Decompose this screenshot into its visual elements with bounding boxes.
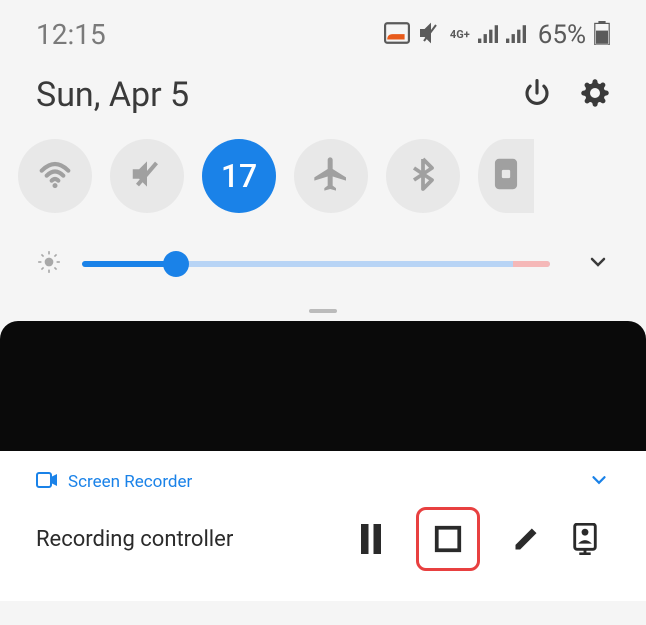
selfie-overlay-button[interactable] bbox=[572, 523, 598, 555]
slider-fill bbox=[82, 261, 176, 267]
signal-bars-1-icon bbox=[478, 23, 498, 47]
quick-settings-row: 17 bbox=[0, 133, 646, 219]
pause-button[interactable] bbox=[358, 524, 384, 554]
status-indicators: 4G+ 65% bbox=[384, 20, 610, 50]
notification-header: Screen Recorder bbox=[36, 469, 610, 495]
notification-body: Recording controller bbox=[36, 507, 610, 571]
wifi-toggle[interactable] bbox=[18, 139, 92, 213]
bluetooth-toggle[interactable] bbox=[386, 139, 460, 213]
wifi-icon bbox=[35, 154, 75, 198]
notification-title: Recording controller bbox=[36, 527, 233, 552]
status-time: 12:15 bbox=[36, 18, 106, 51]
notification-collapse-button[interactable] bbox=[588, 469, 610, 495]
date-toggle[interactable]: 17 bbox=[202, 139, 276, 213]
brightness-expand-button[interactable] bbox=[586, 250, 610, 278]
battery-percent: 65% bbox=[538, 20, 586, 50]
notification-app-info: Screen Recorder bbox=[36, 471, 192, 493]
mute-speaker-icon bbox=[128, 155, 166, 197]
bluetooth-icon bbox=[405, 156, 441, 196]
header-actions bbox=[522, 78, 610, 112]
video-camera-icon bbox=[36, 471, 58, 493]
slider-warm-zone bbox=[513, 261, 550, 267]
lock-portrait-icon bbox=[491, 156, 521, 196]
airplane-toggle[interactable] bbox=[294, 139, 368, 213]
airplane-icon bbox=[311, 154, 351, 198]
signal-bars-2-icon bbox=[506, 23, 526, 47]
brightness-icon bbox=[36, 249, 62, 279]
edit-button[interactable] bbox=[512, 525, 540, 553]
status-bar: 12:15 4G+ 65% bbox=[0, 0, 646, 61]
sound-toggle[interactable] bbox=[110, 139, 184, 213]
slider-thumb[interactable] bbox=[163, 251, 189, 277]
screen-recorder-notification: Screen Recorder Recording controller bbox=[0, 451, 646, 601]
settings-button[interactable] bbox=[580, 78, 610, 112]
brightness-slider[interactable] bbox=[82, 261, 550, 267]
drag-bar-icon bbox=[309, 309, 337, 313]
recording-controls bbox=[358, 507, 598, 571]
date-label: Sun, Apr 5 bbox=[36, 75, 189, 115]
mute-icon bbox=[418, 21, 442, 49]
background-content bbox=[0, 321, 646, 451]
brightness-control bbox=[0, 219, 646, 291]
notification-app-name: Screen Recorder bbox=[68, 472, 192, 492]
toggle-number-label: 17 bbox=[221, 157, 257, 195]
network-4g-icon: 4G+ bbox=[450, 28, 470, 41]
stop-button[interactable] bbox=[416, 507, 480, 571]
rotation-toggle[interactable] bbox=[478, 139, 534, 213]
panel-drag-handle[interactable] bbox=[0, 291, 646, 321]
cast-icon bbox=[384, 22, 410, 48]
power-button[interactable] bbox=[522, 78, 552, 112]
panel-header: Sun, Apr 5 bbox=[0, 61, 646, 133]
battery-icon bbox=[594, 21, 610, 49]
